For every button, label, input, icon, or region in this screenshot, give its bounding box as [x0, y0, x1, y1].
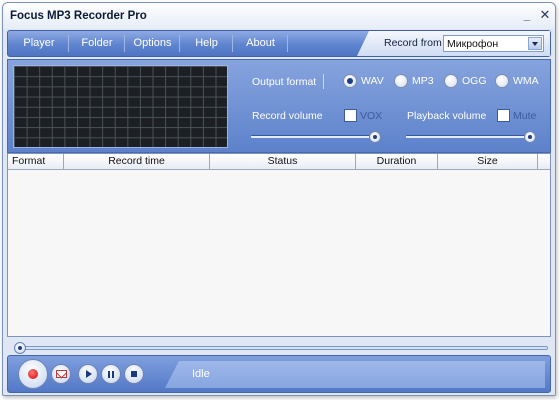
record-from-group: Record from Микрофон — [357, 31, 550, 56]
menu-options[interactable]: Options — [126, 31, 179, 56]
output-format-label: Output format — [252, 76, 317, 88]
menu-separator — [287, 35, 288, 52]
minimize-icon[interactable]: _ — [520, 7, 534, 23]
close-icon[interactable]: ✕ — [538, 7, 552, 23]
position-thumb[interactable] — [14, 342, 26, 354]
format-label-wav: WAV — [361, 75, 384, 87]
menu-separator — [179, 35, 180, 52]
format-label-wma: WMA — [513, 75, 539, 87]
column-status[interactable]: Status — [210, 154, 356, 169]
window-title: Focus MP3 Recorder Pro — [10, 10, 147, 22]
menu-separator — [68, 35, 69, 52]
pause-button[interactable] — [101, 364, 121, 384]
level-meter-display — [13, 65, 228, 148]
radio-icon — [495, 74, 509, 88]
menu-bar: Player Folder Options Help About Record … — [7, 30, 551, 57]
menu-folder[interactable]: Folder — [70, 31, 124, 56]
mute-label: Mute — [513, 110, 537, 122]
column-duration[interactable]: Duration — [356, 154, 438, 169]
recordings-list[interactable]: Format Record time Status Duration Size — [7, 153, 551, 337]
menu-help[interactable]: Help — [181, 31, 232, 56]
playback-volume-label: Playback volume — [407, 110, 487, 122]
control-panel: Output format WAV MP3 OGG WMA Record vol… — [7, 59, 551, 153]
menu-separator — [232, 35, 233, 52]
stop-button[interactable] — [124, 364, 144, 384]
email-button[interactable] — [51, 364, 71, 384]
record-volume-slider[interactable] — [251, 135, 381, 138]
playback-volume-thumb[interactable] — [524, 131, 536, 143]
column-format[interactable]: Format — [8, 154, 64, 169]
divider — [323, 74, 324, 89]
vox-checkbox[interactable] — [344, 109, 357, 122]
mute-checkbox[interactable] — [497, 109, 510, 122]
radio-icon — [444, 74, 458, 88]
record-source-select[interactable]: Микрофон — [443, 35, 544, 52]
vox-label: VOX — [360, 110, 383, 122]
record-volume-thumb[interactable] — [369, 131, 381, 143]
title-bar: Focus MP3 Recorder Pro _ ✕ — [3, 3, 555, 29]
app-window: Focus MP3 Recorder Pro _ ✕ Player Folder… — [2, 2, 556, 396]
record-source-value: Микрофон — [447, 38, 499, 50]
menu-about[interactable]: About — [234, 31, 287, 56]
menu-separator — [124, 35, 125, 52]
record-button[interactable] — [18, 359, 48, 389]
menu-player[interactable]: Player — [10, 31, 68, 56]
pause-icon — [108, 370, 114, 378]
list-header: Format Record time Status Duration Size — [8, 154, 550, 170]
playback-volume-slider[interactable] — [406, 135, 536, 138]
email-icon — [55, 370, 67, 378]
status-area: Idle — [165, 361, 545, 388]
status-text: Idle — [192, 368, 210, 380]
chevron-down-icon[interactable] — [528, 37, 542, 50]
position-slider[interactable] — [14, 346, 548, 350]
format-label-mp3: MP3 — [412, 75, 434, 87]
transport-bar: Idle — [7, 355, 551, 393]
stop-icon — [131, 371, 137, 377]
play-icon — [86, 370, 92, 378]
play-button[interactable] — [78, 364, 98, 384]
record-from-label: Record from — [384, 37, 442, 49]
format-label-ogg: OGG — [462, 75, 487, 87]
radio-icon — [394, 74, 408, 88]
record-icon — [28, 369, 38, 379]
radio-selected-icon — [343, 74, 357, 88]
column-size[interactable]: Size — [438, 154, 538, 169]
record-volume-label: Record volume — [252, 110, 323, 122]
column-record-time[interactable]: Record time — [64, 154, 210, 169]
